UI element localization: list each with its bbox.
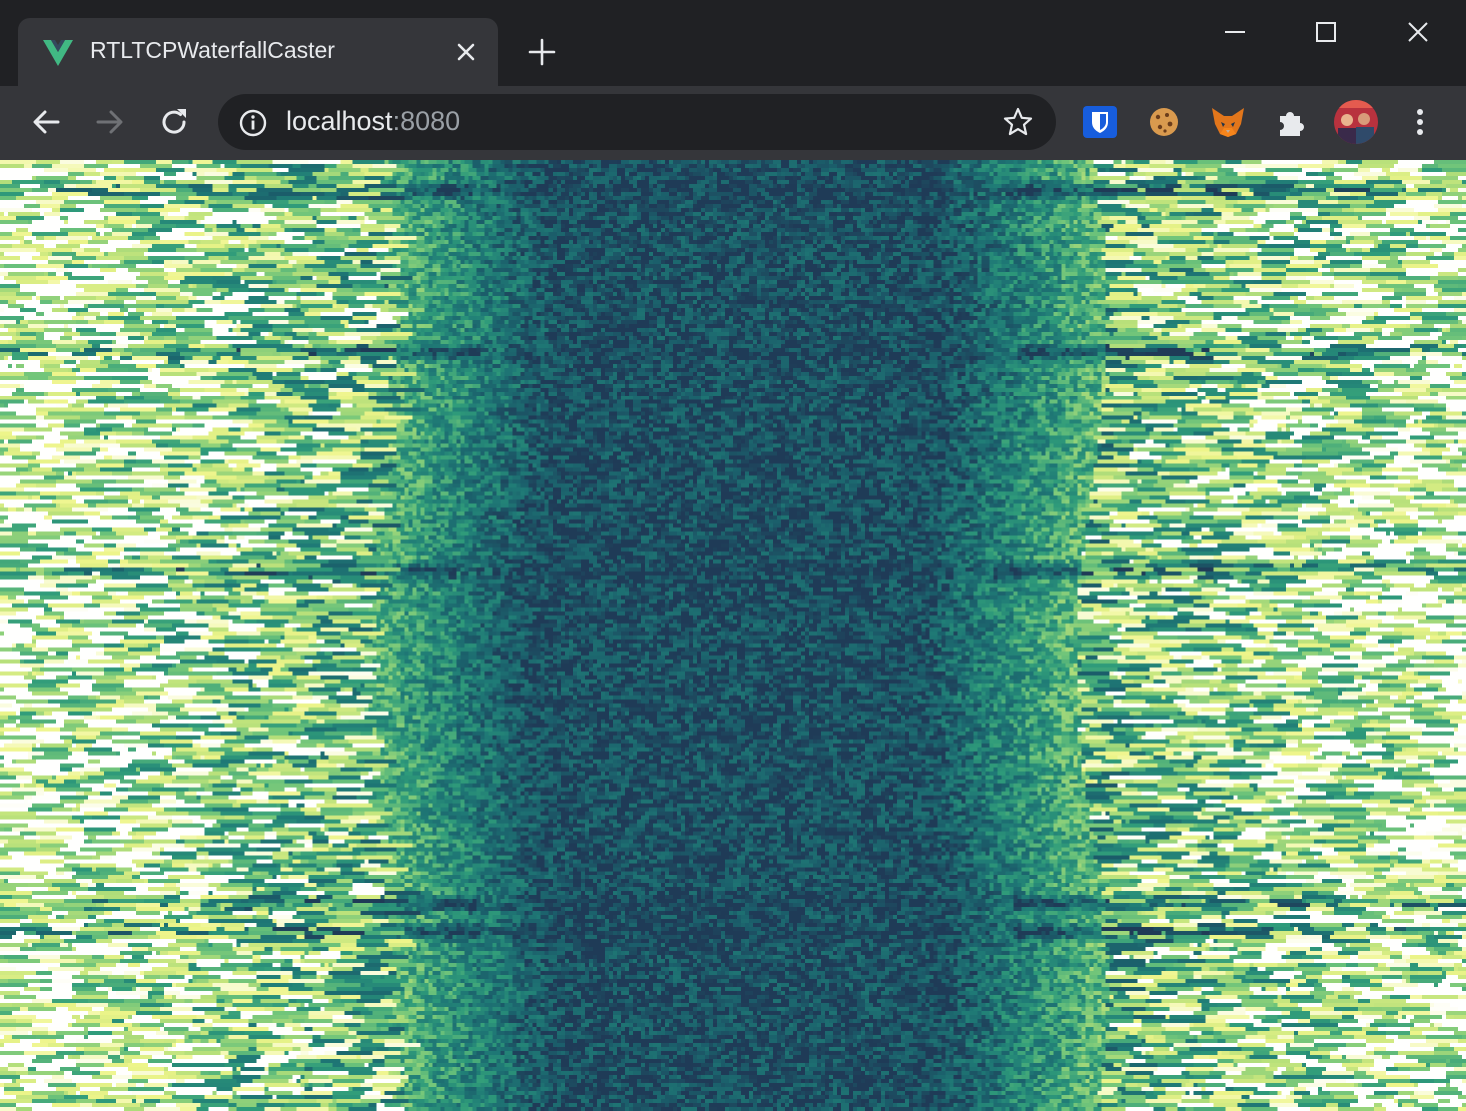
vue-logo-icon (43, 40, 73, 66)
avatar[interactable] (1334, 100, 1378, 144)
browser-menu-icon[interactable] (1404, 104, 1436, 140)
url-port: :8080 (392, 106, 461, 136)
back-button[interactable] (28, 104, 64, 140)
forward-button[interactable] (92, 104, 128, 140)
site-info-icon[interactable] (238, 108, 268, 138)
url-text[interactable]: localhost:8080 (286, 106, 460, 137)
bitwarden-icon[interactable] (1082, 102, 1118, 142)
browser-toolbar: localhost:8080 (0, 86, 1466, 160)
url-host: localhost (286, 106, 393, 136)
browser-titlebar: RTLTCPWaterfallCaster (0, 0, 1466, 86)
profile-photo-icon (1334, 100, 1378, 144)
bookmark-star-icon[interactable] (1002, 106, 1034, 138)
close-tab-icon[interactable] (454, 40, 478, 64)
tab-title: RTLTCPWaterfallCaster (90, 37, 335, 63)
waterfall-canvas (0, 160, 1466, 1111)
cookie-icon[interactable] (1146, 102, 1182, 142)
reload-button[interactable] (156, 104, 192, 140)
metamask-fox-icon[interactable] (1210, 102, 1246, 142)
minimize-button[interactable] (1217, 14, 1253, 50)
maximize-button[interactable] (1308, 14, 1344, 50)
page-viewport (0, 160, 1466, 1111)
new-tab-button[interactable] (526, 36, 558, 68)
tab-active[interactable]: RTLTCPWaterfallCaster (18, 18, 498, 86)
address-bar[interactable]: localhost:8080 (218, 94, 1056, 150)
close-window-button[interactable] (1400, 14, 1436, 50)
puzzle-extensions-icon[interactable] (1274, 102, 1310, 142)
